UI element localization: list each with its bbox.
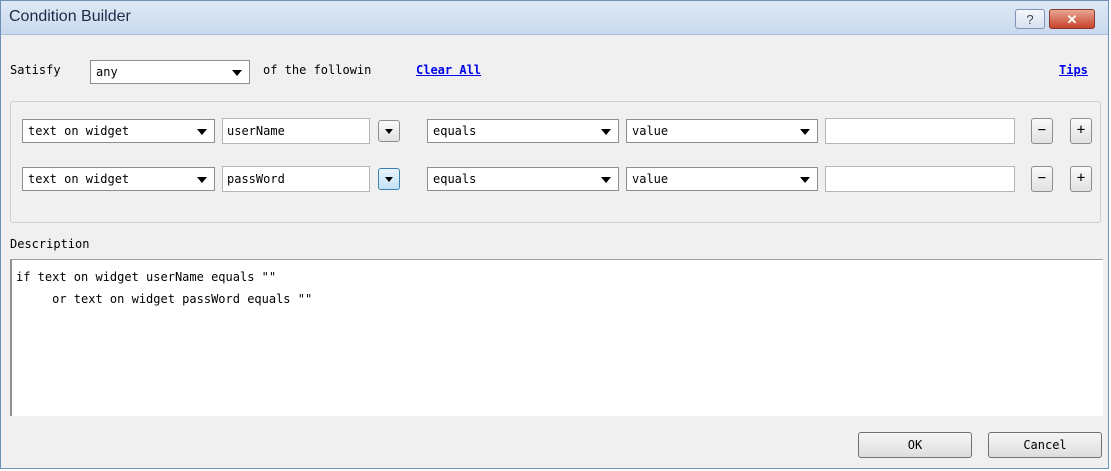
condition-source-select[interactable]: text on widget [22,119,215,143]
chevron-down-icon [385,129,393,134]
widget-name-value: userName [227,124,285,138]
operator-select[interactable]: equals [427,167,619,191]
widget-name-input[interactable]: userName [222,118,370,144]
condition-builder-dialog: Condition Builder ? ✕ Satisfy any of the… [0,0,1109,469]
widget-name-input[interactable]: passWord [222,166,370,192]
chevron-down-icon [385,177,393,182]
value-type-value: value [632,124,669,138]
chevron-down-icon [197,129,207,135]
value-input[interactable] [825,166,1015,192]
widget-picker-button[interactable] [378,120,400,142]
dialog-title: Condition Builder [9,8,131,25]
description-line: or text on widget passWord equals "" [16,292,313,306]
description-box[interactable]: if text on widget userName equals "" or … [10,259,1103,416]
widget-picker-button[interactable] [378,168,400,190]
condition-source-value: text on widget [28,172,130,186]
operator-select[interactable]: equals [427,119,619,143]
satisfy-suffix: of the followin [263,63,372,77]
close-icon: ✕ [1066,12,1078,27]
value-input[interactable] [825,118,1015,144]
chevron-down-icon [232,70,242,76]
operator-value: equals [433,124,477,138]
help-button[interactable]: ? [1015,9,1045,29]
chevron-down-icon [800,129,810,135]
chevron-down-icon [601,177,611,183]
remove-condition-button[interactable]: − [1031,118,1053,144]
remove-condition-button[interactable]: − [1031,166,1053,192]
chevron-down-icon [601,129,611,135]
description-line: if text on widget userName equals "" [16,270,277,284]
tips-link[interactable]: Tips [1059,63,1088,77]
condition-source-select[interactable]: text on widget [22,167,215,191]
ok-button[interactable]: OK [858,432,972,458]
satisfy-mode-select[interactable]: any [90,60,250,84]
chevron-down-icon [197,177,207,183]
chevron-down-icon [800,177,810,183]
add-condition-button[interactable]: + [1070,166,1092,192]
satisfy-mode-value: any [96,65,118,79]
description-text: if text on widget userName equals "" or … [16,266,312,310]
add-condition-button[interactable]: + [1070,118,1092,144]
value-type-select[interactable]: value [626,119,818,143]
conditions-panel: text on widget userName equals value − +… [10,101,1101,223]
description-label: Description [10,237,90,251]
cancel-button[interactable]: Cancel [988,432,1102,458]
title-bar[interactable]: Condition Builder ? ✕ [1,1,1108,35]
clear-all-link[interactable]: Clear All [416,63,481,77]
value-type-select[interactable]: value [626,167,818,191]
value-type-value: value [632,172,669,186]
close-button[interactable]: ✕ [1049,9,1095,29]
help-icon: ? [1026,12,1034,27]
operator-value: equals [433,172,477,186]
satisfy-label: Satisfy [10,63,61,77]
condition-source-value: text on widget [28,124,130,138]
widget-name-value: passWord [227,172,285,186]
